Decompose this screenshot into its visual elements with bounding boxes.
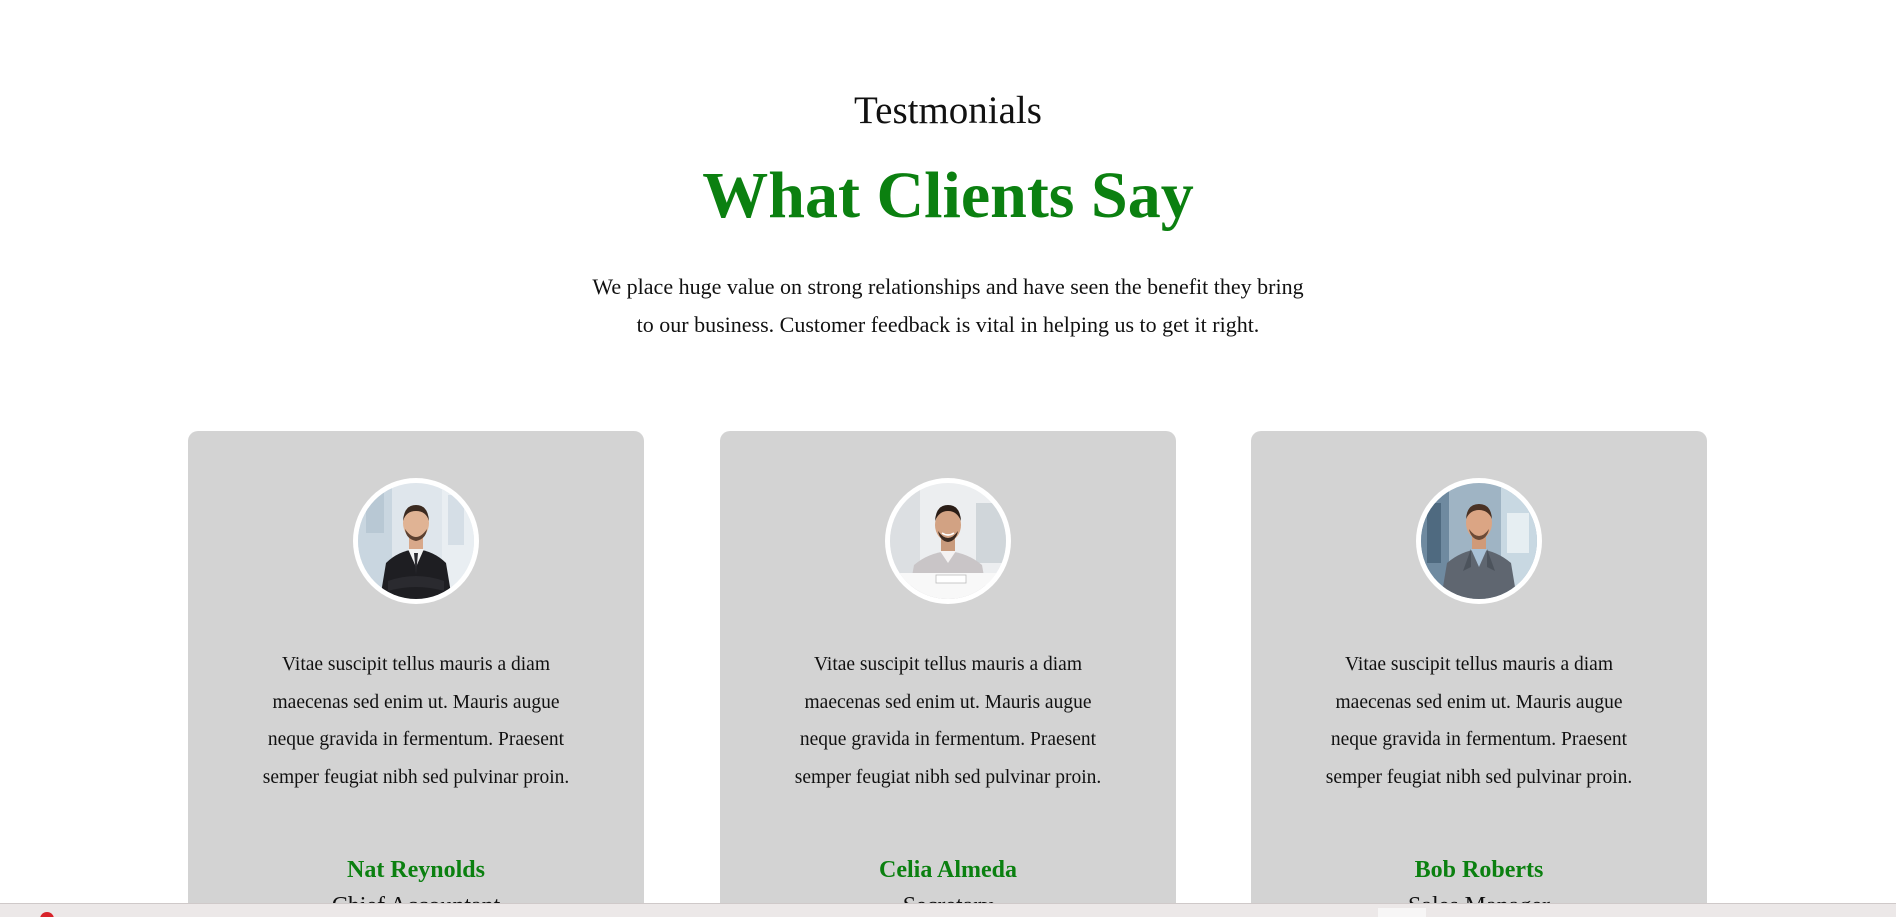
browser-bottom-bar: [0, 903, 1896, 917]
client-name: Nat Reynolds: [346, 857, 485, 883]
testimonial-card: Vitae suscipit tellus mauris a diam maec…: [1251, 431, 1707, 917]
testimonial-card: Vitae suscipit tellus mauris a diam maec…: [720, 431, 1176, 917]
client-name: Celia Almeda: [879, 857, 1017, 883]
client-photo-icon: [1421, 483, 1537, 599]
testimonials-page: Testmonials What Clients Say We place hu…: [0, 0, 1896, 917]
section-title: What Clients Say: [702, 159, 1194, 232]
testimonial-quote: Vitae suscipit tellus mauris a diam maec…: [1325, 654, 1633, 788]
bottom-tab-handle[interactable]: [1378, 908, 1426, 917]
avatar: [353, 478, 479, 604]
notification-dot-icon: [40, 912, 54, 917]
section-intro: We place huge value on strong relationsh…: [592, 274, 1304, 337]
client-photo-icon: [358, 483, 474, 599]
testimonial-card: Vitae suscipit tellus mauris a diam maec…: [188, 431, 644, 917]
client-photo-icon: [890, 483, 1006, 599]
testimonial-quote: Vitae suscipit tellus mauris a diam maec…: [262, 654, 570, 788]
testimonial-quote: Vitae suscipit tellus mauris a diam maec…: [794, 654, 1102, 788]
client-name: Bob Roberts: [1414, 857, 1544, 883]
testimonial-cards: Vitae suscipit tellus mauris a diam maec…: [188, 431, 1708, 917]
section-eyebrow: Testmonials: [854, 89, 1042, 132]
avatar: [885, 478, 1011, 604]
avatar: [1416, 478, 1542, 604]
